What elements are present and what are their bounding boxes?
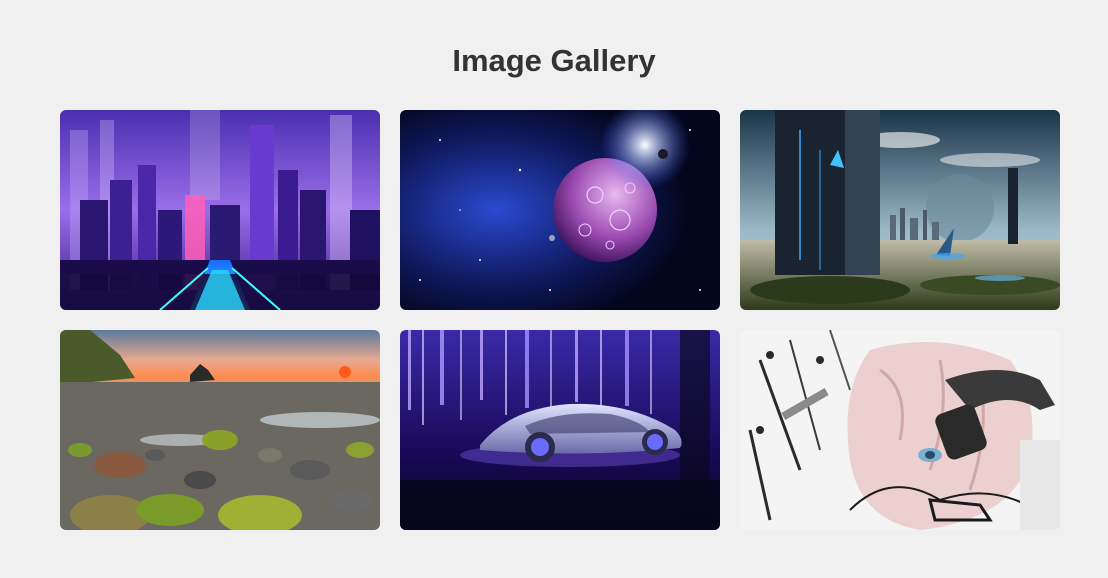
gallery-image-concept-car[interactable] [400,330,720,530]
gallery-page: Image Gallery [0,0,1108,578]
rocky-beach-illustration [60,330,380,530]
concept-car-illustration [400,330,720,530]
page-title: Image Gallery [452,43,656,78]
image-grid [60,110,1060,530]
neon-city-illustration [60,110,380,310]
gallery-image-rocky-beach[interactable] [60,330,380,530]
gallery-image-monolith-wasteland[interactable] [740,110,1060,310]
anime-headphones-illustration [740,330,1060,530]
gallery-image-space-planet[interactable] [400,110,720,310]
space-planet-illustration [400,110,720,310]
gallery-image-anime-headphones[interactable] [740,330,1060,530]
monolith-wasteland-illustration [740,110,1060,310]
gallery-image-neon-city[interactable] [60,110,380,310]
